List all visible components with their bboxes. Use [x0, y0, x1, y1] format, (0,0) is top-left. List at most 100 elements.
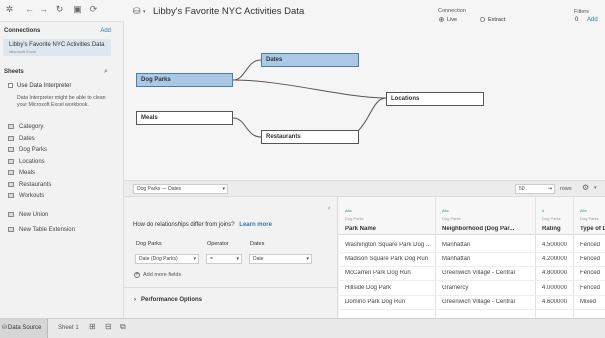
- left-pane: Connections Add Libby's Favorite NYC Act…: [0, 22, 124, 318]
- tab-data-source[interactable]: ⛁ Data Source: [0, 319, 48, 338]
- collapse-icon[interactable]: ‹: [328, 205, 330, 212]
- use-interpreter-checkbox[interactable]: Use Data Interpreter: [8, 83, 71, 89]
- chevron-down-icon[interactable]: ▾: [594, 185, 597, 191]
- left-field-select[interactable]: Date (Dog Parks) ▾: [135, 254, 199, 264]
- relationship-lines: [232, 59, 387, 138]
- cell-neighborhood: Greenwich Village - Central: [442, 270, 515, 276]
- chevron-down-icon: ▾: [193, 256, 196, 262]
- new-table-extension-label: New Table Extension: [19, 227, 75, 233]
- new-dashboard-icon[interactable]: ⊟: [105, 322, 112, 331]
- use-interpreter-label: Use Data Interpreter: [17, 83, 72, 89]
- column-header[interactable]: # Dog Parks Rating: [536, 197, 573, 235]
- left-field-value: Date (Dog Parks): [139, 256, 178, 262]
- table-icon: [8, 170, 14, 175]
- chevron-down-icon: ▾: [236, 256, 239, 262]
- add-more-fields-button[interactable]: + Add more fields: [134, 272, 181, 278]
- sheet-item-dog-parks[interactable]: Dog Parks: [8, 147, 47, 156]
- cell-park-name: McCarren Park Dog Run: [345, 270, 411, 276]
- performance-options-toggle[interactable]: › Performance Options: [134, 297, 202, 303]
- stepper-arrow-icon: ⇥: [547, 186, 552, 192]
- divider: [124, 287, 338, 288]
- relationship-canvas[interactable]: Dog Parks Dates Meals Locations Restaura…: [124, 30, 605, 180]
- add-connection-link[interactable]: Add: [100, 28, 111, 34]
- string-type-icon[interactable]: Abc: [442, 208, 449, 213]
- page-title[interactable]: Libby's Favorite NYC Activities Data: [153, 6, 304, 17]
- save-icon[interactable]: ▣: [72, 4, 83, 15]
- left-table-label: Dog Parks: [136, 241, 162, 247]
- column-header[interactable]: Abc Dog Parks Neighborhood (Dog Par...: [436, 197, 535, 235]
- node-locations[interactable]: Locations: [386, 92, 484, 106]
- sheet-label: Category: [19, 124, 44, 130]
- performance-options-label: Performance Options: [141, 297, 203, 303]
- column-source: Dog Parks: [345, 216, 364, 221]
- relationship-select[interactable]: Dog Parks — Dates ▾: [133, 184, 228, 194]
- sheet-item-meals[interactable]: Meals: [8, 170, 35, 179]
- sheet-item-locations[interactable]: Locations: [8, 159, 45, 168]
- status-bar: ⛁ Data Source Sheet 1 ⊞ ⊟ ⧉: [0, 318, 605, 338]
- operator-select[interactable]: = ▾: [206, 254, 242, 264]
- row-divider: [339, 309, 605, 310]
- node-meals[interactable]: Meals: [136, 111, 233, 125]
- link-dogparks-dates: [232, 59, 262, 81]
- sheet-label: Restaurants: [19, 182, 52, 188]
- sheet-item-restaurants[interactable]: Restaurants: [8, 182, 51, 191]
- column-name: Park Name: [345, 226, 377, 232]
- tableau-logo-icon[interactable]: ✲: [4, 4, 15, 15]
- sheet-item-category[interactable]: Category: [8, 124, 43, 133]
- right-field-select[interactable]: Date ▾: [249, 254, 312, 264]
- extension-icon: [8, 227, 14, 232]
- node-restaurants[interactable]: Restaurants: [261, 130, 359, 144]
- column-header[interactable]: Abc Dog Parks Park Name: [339, 197, 435, 235]
- string-type-icon[interactable]: Abc: [580, 208, 587, 213]
- cell-type: Fenced: [580, 285, 601, 291]
- connection-item[interactable]: Libby's Favorite NYC Activities Data Mic…: [3, 39, 111, 56]
- cell-type: Fenced: [580, 242, 601, 248]
- node-dates[interactable]: Dates: [261, 53, 359, 67]
- operator-label: Operator: [207, 241, 229, 247]
- table-icon: [8, 124, 14, 129]
- tab-label: Data Source: [8, 325, 42, 331]
- tab-sheet1[interactable]: Sheet 1: [58, 325, 79, 331]
- live-label: Live: [447, 17, 458, 23]
- cell-rating: 4.200000: [542, 256, 568, 262]
- new-union-item[interactable]: New Union: [8, 212, 48, 221]
- cell-neighborhood: Manhattan: [442, 256, 471, 262]
- connection-label: Connection: [438, 8, 466, 14]
- sheet-item-workouts[interactable]: Workouts: [8, 193, 44, 202]
- string-type-icon[interactable]: Abc: [345, 208, 352, 213]
- new-story-icon[interactable]: ⧉: [120, 322, 126, 332]
- search-icon[interactable]: ⌕: [104, 68, 108, 76]
- forward-icon[interactable]: →: [38, 4, 49, 15]
- new-table-extension-item[interactable]: New Table Extension: [8, 227, 75, 236]
- extract-radio[interactable]: Extract: [480, 17, 505, 23]
- datasource-icon: ⛁: [133, 6, 141, 16]
- table-icon: [8, 136, 14, 141]
- live-radio[interactable]: Live: [439, 17, 457, 23]
- refresh-icon[interactable]: ⟳: [88, 4, 99, 15]
- back-icon[interactable]: ←: [24, 4, 35, 15]
- table-icon: [8, 147, 14, 152]
- add-more-fields-label: Add more fields: [143, 272, 182, 278]
- data-grid: Abc Dog Parks Park Name Abc Dog Parks Ne…: [339, 197, 605, 318]
- gear-icon[interactable]: ⚙: [582, 183, 589, 192]
- right-field-value: Date: [253, 256, 264, 262]
- cell-rating: 4.800000: [542, 270, 568, 276]
- cell-park-name: Domino Park Dog Run: [345, 299, 406, 305]
- column-source: Dog Parks: [580, 216, 599, 221]
- column-name: Neighborhood (Dog Par...: [442, 226, 515, 232]
- rows-input[interactable]: 50 ⇥: [515, 184, 555, 194]
- right-table-label: Dates: [250, 241, 265, 247]
- redo-icon[interactable]: ↻: [54, 4, 65, 15]
- column-header[interactable]: Abc Dog Parks Type of D: [574, 197, 605, 235]
- sheet-item-dates[interactable]: Dates: [8, 136, 35, 145]
- header: ⛁ ▾ Libby's Favorite NYC Activities Data…: [124, 0, 605, 30]
- chevron-down-icon[interactable]: ▾: [143, 9, 146, 15]
- node-dog-parks[interactable]: Dog Parks: [136, 73, 233, 87]
- row-divider: [339, 252, 605, 253]
- sheet-label: Workouts: [19, 193, 45, 199]
- sheet-label: Locations: [19, 159, 45, 165]
- add-filter-link[interactable]: Add: [587, 17, 598, 23]
- learn-more-link[interactable]: Learn more: [239, 222, 272, 228]
- number-type-icon[interactable]: #: [542, 208, 544, 213]
- new-worksheet-icon[interactable]: ⊞: [89, 322, 96, 331]
